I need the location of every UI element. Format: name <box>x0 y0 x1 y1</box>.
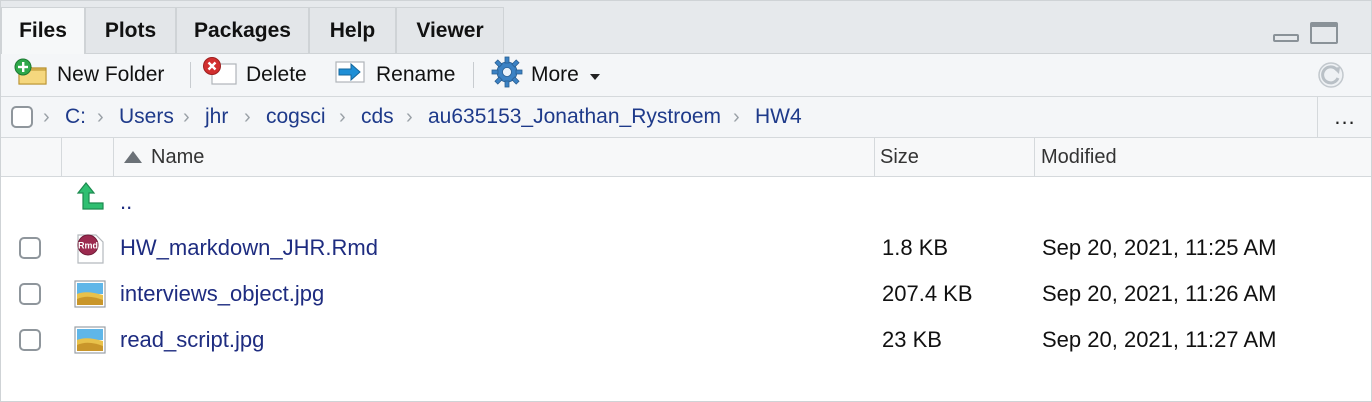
chevron-right-icon: › <box>97 106 104 128</box>
chevron-down-icon <box>589 63 601 87</box>
tab-plots[interactable]: Plots <box>85 7 176 53</box>
breadcrumb-item[interactable]: jhr <box>205 97 228 137</box>
chevron-right-icon: › <box>339 106 346 128</box>
files-toolbar: New Folder Delete Rename More <box>1 54 1371 97</box>
breadcrumb-more-button[interactable]: ... <box>1317 97 1372 137</box>
breadcrumb-item[interactable]: cds <box>361 97 394 137</box>
breadcrumb-item[interactable]: Users <box>119 97 174 137</box>
modified-column-label: Modified <box>1041 146 1117 168</box>
rename-icon <box>334 57 368 93</box>
chevron-right-icon: › <box>733 106 740 128</box>
column-divider <box>113 138 114 176</box>
rename-button[interactable]: Rename <box>334 54 455 96</box>
breadcrumb-item[interactable]: C: <box>65 97 86 137</box>
file-size: 207.4 KB <box>882 281 973 306</box>
table-row: interviews_object.jpg 207.4 KB Sep 20, 2… <box>1 271 1371 317</box>
row-checkbox[interactable] <box>19 329 41 351</box>
name-column-label: Name <box>151 146 205 168</box>
files-pane: Files Plots Packages Help Viewer New Fol… <box>0 0 1372 402</box>
toolbar-divider <box>190 62 191 88</box>
column-divider <box>1034 138 1035 176</box>
more-button[interactable]: More <box>491 54 601 96</box>
rename-label: Rename <box>376 63 456 86</box>
new-folder-button[interactable]: New Folder <box>13 54 164 96</box>
breadcrumb-item-current[interactable]: HW4 <box>755 97 802 137</box>
size-column-label: Size <box>880 146 919 168</box>
chevron-right-icon: › <box>43 106 50 128</box>
file-table-header: Name Size Modified <box>1 138 1371 177</box>
tab-viewer[interactable]: Viewer <box>396 7 504 53</box>
image-file-icon <box>74 279 106 315</box>
file-size: 23 KB <box>882 327 942 352</box>
chevron-right-icon: › <box>406 106 413 128</box>
new-folder-icon <box>13 57 49 93</box>
select-all-checkbox[interactable] <box>11 106 33 128</box>
chevron-right-icon: › <box>244 106 251 128</box>
row-checkbox[interactable] <box>19 283 41 305</box>
row-checkbox[interactable] <box>19 237 41 259</box>
delete-label: Delete <box>246 63 307 86</box>
sort-size-header[interactable]: Size <box>880 138 919 176</box>
maximize-pane-button[interactable] <box>1310 22 1338 44</box>
sort-ascending-icon <box>123 139 143 177</box>
image-file-icon <box>74 325 106 361</box>
delete-button[interactable]: Delete <box>202 54 307 96</box>
table-row: read_script.jpg 23 KB Sep 20, 2021, 11:2… <box>1 317 1371 363</box>
file-size: 1.8 KB <box>882 235 949 260</box>
sort-name-header[interactable]: Name <box>123 138 204 176</box>
refresh-icon[interactable] <box>1315 59 1347 96</box>
gear-icon <box>491 56 523 94</box>
column-divider <box>61 138 62 176</box>
up-arrow-icon <box>74 181 106 217</box>
breadcrumb-item[interactable]: au635153_Jonathan_Rystroem <box>428 97 721 137</box>
tab-bar: Files Plots Packages Help Viewer <box>1 1 1371 54</box>
tab-files[interactable]: Files <box>1 7 85 54</box>
column-divider <box>874 138 875 176</box>
breadcrumb: › C: › Users › jhr › cogsci › cds › au63… <box>1 97 1371 138</box>
file-name-link[interactable]: HW_markdown_JHR.Rmd <box>120 225 378 271</box>
file-modified: Sep 20, 2021, 11:25 AM <box>1042 235 1277 260</box>
sort-modified-header[interactable]: Modified <box>1041 138 1117 176</box>
minimize-pane-button[interactable] <box>1273 34 1299 42</box>
tab-help[interactable]: Help <box>309 7 396 53</box>
tab-packages[interactable]: Packages <box>176 7 309 53</box>
file-modified: Sep 20, 2021, 11:26 AM <box>1042 281 1277 306</box>
parent-directory-row[interactable]: .. <box>1 179 1371 225</box>
svg-text:Rmd: Rmd <box>78 241 98 251</box>
file-name-link[interactable]: interviews_object.jpg <box>120 271 324 317</box>
parent-directory-link[interactable]: .. <box>120 179 132 225</box>
file-name-link[interactable]: read_script.jpg <box>120 317 264 363</box>
breadcrumb-item[interactable]: cogsci <box>266 97 326 137</box>
chevron-right-icon: › <box>183 106 190 128</box>
more-label: More <box>531 63 579 86</box>
new-folder-label: New Folder <box>57 63 165 86</box>
file-modified: Sep 20, 2021, 11:27 AM <box>1042 327 1277 352</box>
rmd-file-icon: Rmd <box>74 233 106 271</box>
table-row: Rmd HW_markdown_JHR.Rmd 1.8 KB Sep 20, 2… <box>1 225 1371 271</box>
delete-icon <box>202 57 238 93</box>
toolbar-divider <box>473 62 474 88</box>
